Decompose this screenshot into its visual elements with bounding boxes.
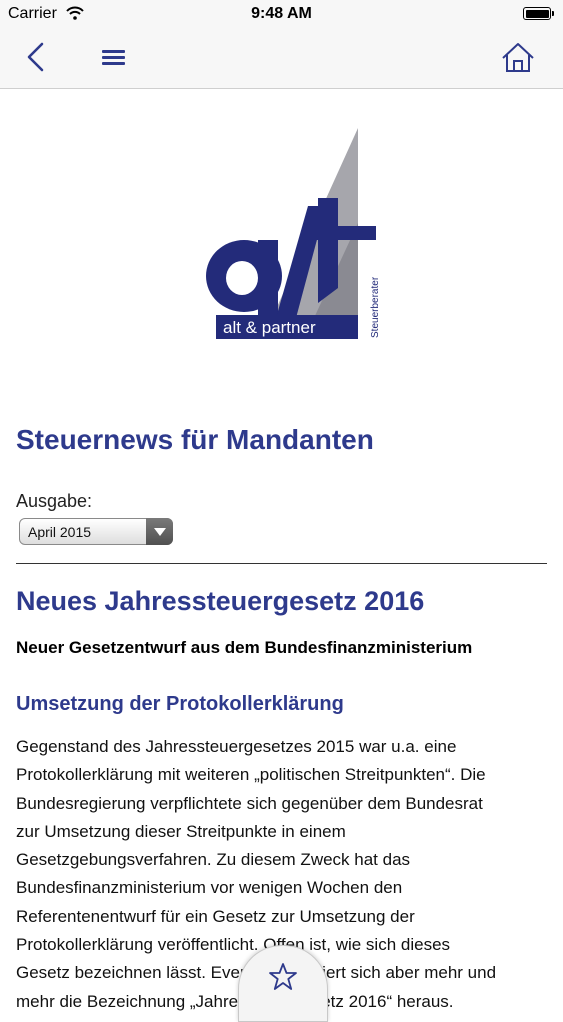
chevron-left-icon — [27, 42, 44, 72]
issue-dropdown[interactable]: April 2015 — [19, 518, 173, 545]
hamburger-menu-icon — [102, 50, 125, 65]
page-title: Steuernews für Mandanten — [16, 424, 374, 455]
navigation-bar — [0, 30, 563, 89]
favorite-button[interactable] — [238, 945, 328, 1022]
article-title: Neues Jahressteuergesetz 2016 — [16, 586, 425, 616]
status-bar: Carrier 9:48 AM — [0, 0, 563, 30]
article-subtitle: Neuer Gesetzentwurf aus dem Bundesfinanz… — [16, 638, 473, 657]
home-button[interactable] — [499, 39, 539, 79]
logo-tagline: Steuerberater — [370, 276, 381, 338]
section-divider — [16, 563, 547, 564]
clock: 9:48 AM — [251, 5, 312, 22]
issue-label: Ausgabe: — [16, 491, 93, 511]
body-line: Referentenentwurf für ein Gesetz zur Ums… — [16, 906, 415, 926]
body-line: Gegenstand des Jahressteuergesetzes 2015… — [16, 737, 457, 756]
body-line: Bundesfinanzministerium vor wenigen Woch… — [16, 878, 403, 898]
dropdown-arrow-icon — [146, 518, 173, 545]
menu-button[interactable] — [92, 39, 132, 79]
logo-name: alt & partner — [223, 318, 316, 337]
body-line: Bundesregierung verpflichtete sich gegen… — [16, 793, 483, 813]
issue-selected-value: April 2015 — [28, 524, 92, 540]
back-button[interactable] — [22, 39, 62, 79]
battery-level — [525, 9, 549, 18]
star-icon — [269, 963, 297, 990]
section-heading: Umsetzung der Protokollerklärung — [16, 693, 344, 715]
home-icon — [502, 43, 534, 72]
battery-full-icon — [523, 7, 554, 20]
body-line: zur Umsetzung dieser Streitpunkte in ein… — [16, 821, 346, 841]
body-line: Protokollerklärung mit weiteren „politis… — [16, 765, 486, 785]
company-logo: alt & partner Steuerberater — [200, 128, 390, 343]
body-line: Gesetzgebungsverfahren. Zu diesem Zweck … — [16, 850, 411, 870]
